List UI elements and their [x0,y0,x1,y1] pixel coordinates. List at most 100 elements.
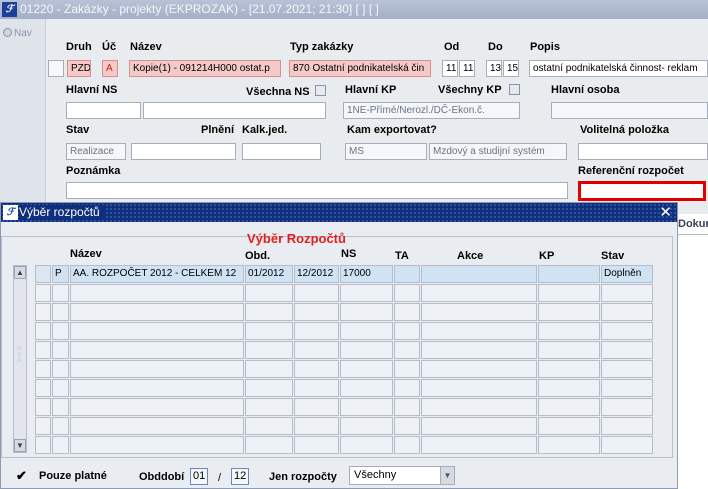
cell-kp[interactable] [538,284,600,302]
cell-flag[interactable] [52,322,69,340]
export-name-field[interactable]: Mzdový a studijní systém [429,143,567,160]
cell-sel[interactable] [35,265,51,283]
cell-sel[interactable] [35,398,51,416]
cell-ns[interactable] [340,379,393,397]
vsechny-kp-checkbox[interactable] [509,84,520,95]
cell-nazev[interactable] [70,417,244,435]
nav-radio[interactable]: Nav [3,28,32,39]
cell-stav[interactable] [601,284,653,302]
cell-sel[interactable] [35,379,51,397]
cell-flag[interactable] [52,360,69,378]
cell-kp[interactable] [538,417,600,435]
cell-akce[interactable] [421,398,537,416]
cell-od[interactable] [245,360,293,378]
cell-akce[interactable] [421,265,537,283]
obdobi-from-field[interactable]: 01 [190,468,208,485]
cell-ta[interactable] [394,379,420,397]
cell-ns[interactable] [340,341,393,359]
chevron-down-icon[interactable]: ▼ [440,467,454,484]
record-selector[interactable] [48,60,64,77]
cell-flag[interactable] [52,436,69,454]
cell-kp[interactable] [538,360,600,378]
od-field-2[interactable]: 11 [459,60,475,77]
cell-do[interactable] [294,303,339,321]
hlavni-kp-field[interactable]: 1NE-Přímé/Nerozl./DČ-Ekon.č. [343,102,520,119]
cell-ta[interactable] [394,284,420,302]
cell-do[interactable]: 12/2012 [294,265,339,283]
cell-stav[interactable] [601,360,653,378]
export-code-field[interactable]: MS [345,143,427,160]
cell-kp[interactable] [538,436,600,454]
cell-akce[interactable] [421,436,537,454]
check-icon[interactable]: ✔ [16,468,27,484]
cell-do[interactable] [294,341,339,359]
cell-flag[interactable] [52,303,69,321]
cell-nazev[interactable] [70,284,244,302]
cell-kp[interactable] [538,265,600,283]
cell-ta[interactable] [394,398,420,416]
cell-do[interactable] [294,284,339,302]
cell-do[interactable] [294,360,339,378]
cell-ta[interactable] [394,265,420,283]
cell-akce[interactable] [421,284,537,302]
cell-ns[interactable] [340,398,393,416]
cell-stav[interactable] [601,398,653,416]
cell-ns[interactable] [340,436,393,454]
kalk-field[interactable] [242,143,321,160]
vsechna-ns-checkbox[interactable] [315,85,326,96]
cell-ns[interactable] [340,322,393,340]
cell-kp[interactable] [538,322,600,340]
cell-od[interactable] [245,379,293,397]
cell-od[interactable]: 01/2012 [245,265,293,283]
cell-nazev[interactable] [70,322,244,340]
typ-field[interactable]: 870 Ostatní podnikatelská čin [289,60,431,77]
cell-nazev[interactable] [70,341,244,359]
cell-flag[interactable] [52,417,69,435]
cell-sel[interactable] [35,436,51,454]
cell-kp[interactable] [538,398,600,416]
cell-akce[interactable] [421,303,537,321]
cell-od[interactable] [245,303,293,321]
do-field-1[interactable]: 13 [486,60,502,77]
stav-field[interactable]: Realizace [66,143,126,160]
cell-stav[interactable] [601,379,653,397]
cell-nazev[interactable] [70,360,244,378]
cell-kp[interactable] [538,341,600,359]
cell-sel[interactable] [35,322,51,340]
hlavni-osoba-field[interactable] [551,102,708,119]
cell-od[interactable] [245,417,293,435]
cell-stav[interactable] [601,341,653,359]
cell-ns[interactable] [340,417,393,435]
cell-do[interactable] [294,417,339,435]
cell-stav[interactable]: Doplněn [601,265,653,283]
cell-flag[interactable] [52,379,69,397]
cell-od[interactable] [245,436,293,454]
cell-stav[interactable] [601,303,653,321]
cell-nazev[interactable]: AA. ROZPOČET 2012 - CELKEM 12 [70,265,244,283]
cell-do[interactable] [294,322,339,340]
cell-flag[interactable]: P [52,265,69,283]
cell-od[interactable] [245,322,293,340]
cell-do[interactable] [294,436,339,454]
jen-rozpocty-select[interactable]: Všechny ▼ [349,466,455,485]
cell-akce[interactable] [421,322,537,340]
volitelna-field[interactable] [578,143,708,160]
cell-do[interactable] [294,379,339,397]
cell-od[interactable] [245,341,293,359]
uc-field[interactable]: A [102,60,118,77]
cell-sel[interactable] [35,417,51,435]
cell-ns[interactable] [340,284,393,302]
cell-do[interactable] [294,398,339,416]
cell-akce[interactable] [421,360,537,378]
cell-sel[interactable] [35,360,51,378]
do-field-2[interactable]: 15 [503,60,519,77]
nazev-field[interactable]: Kopie(1) - 091214H000 ostat.p [129,60,281,77]
druh-field[interactable]: PZD [67,60,91,77]
cell-ta[interactable] [394,436,420,454]
cell-flag[interactable] [52,398,69,416]
ref-rozpocet-field[interactable] [578,181,706,201]
cell-ns[interactable] [340,303,393,321]
cell-sel[interactable] [35,341,51,359]
cell-stav[interactable] [601,322,653,340]
cell-stav[interactable] [601,436,653,454]
